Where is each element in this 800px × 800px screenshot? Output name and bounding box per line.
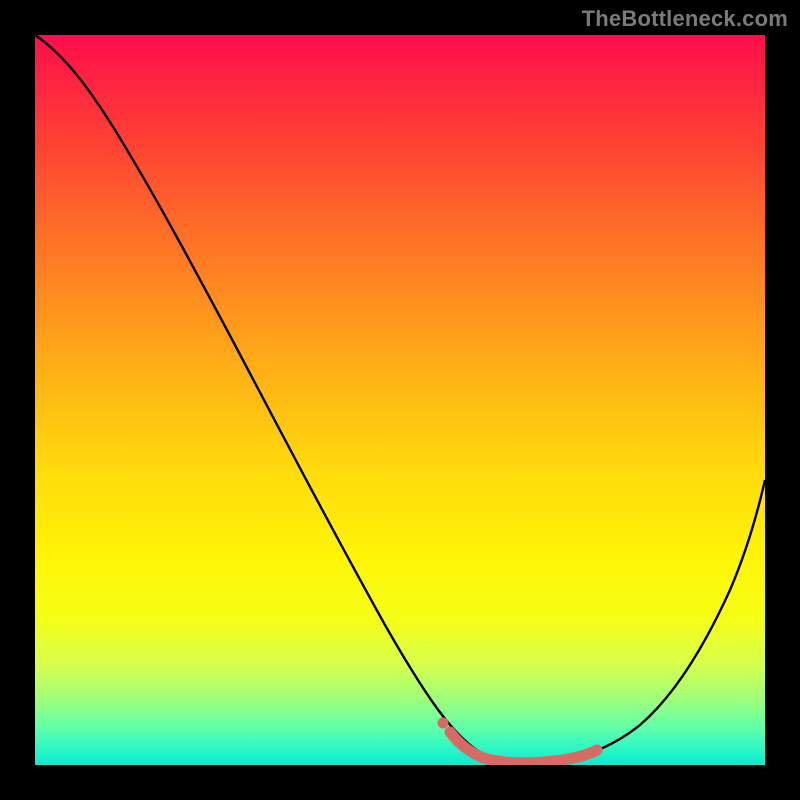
plot-area — [35, 35, 765, 765]
bottleneck-curve-path — [35, 35, 765, 763]
highlight-endpoint-left — [438, 718, 449, 729]
optimal-range-highlight — [450, 732, 597, 763]
watermark-text: TheBottleneck.com — [582, 6, 788, 32]
curve-svg — [35, 35, 765, 765]
chart-frame: TheBottleneck.com — [0, 0, 800, 800]
